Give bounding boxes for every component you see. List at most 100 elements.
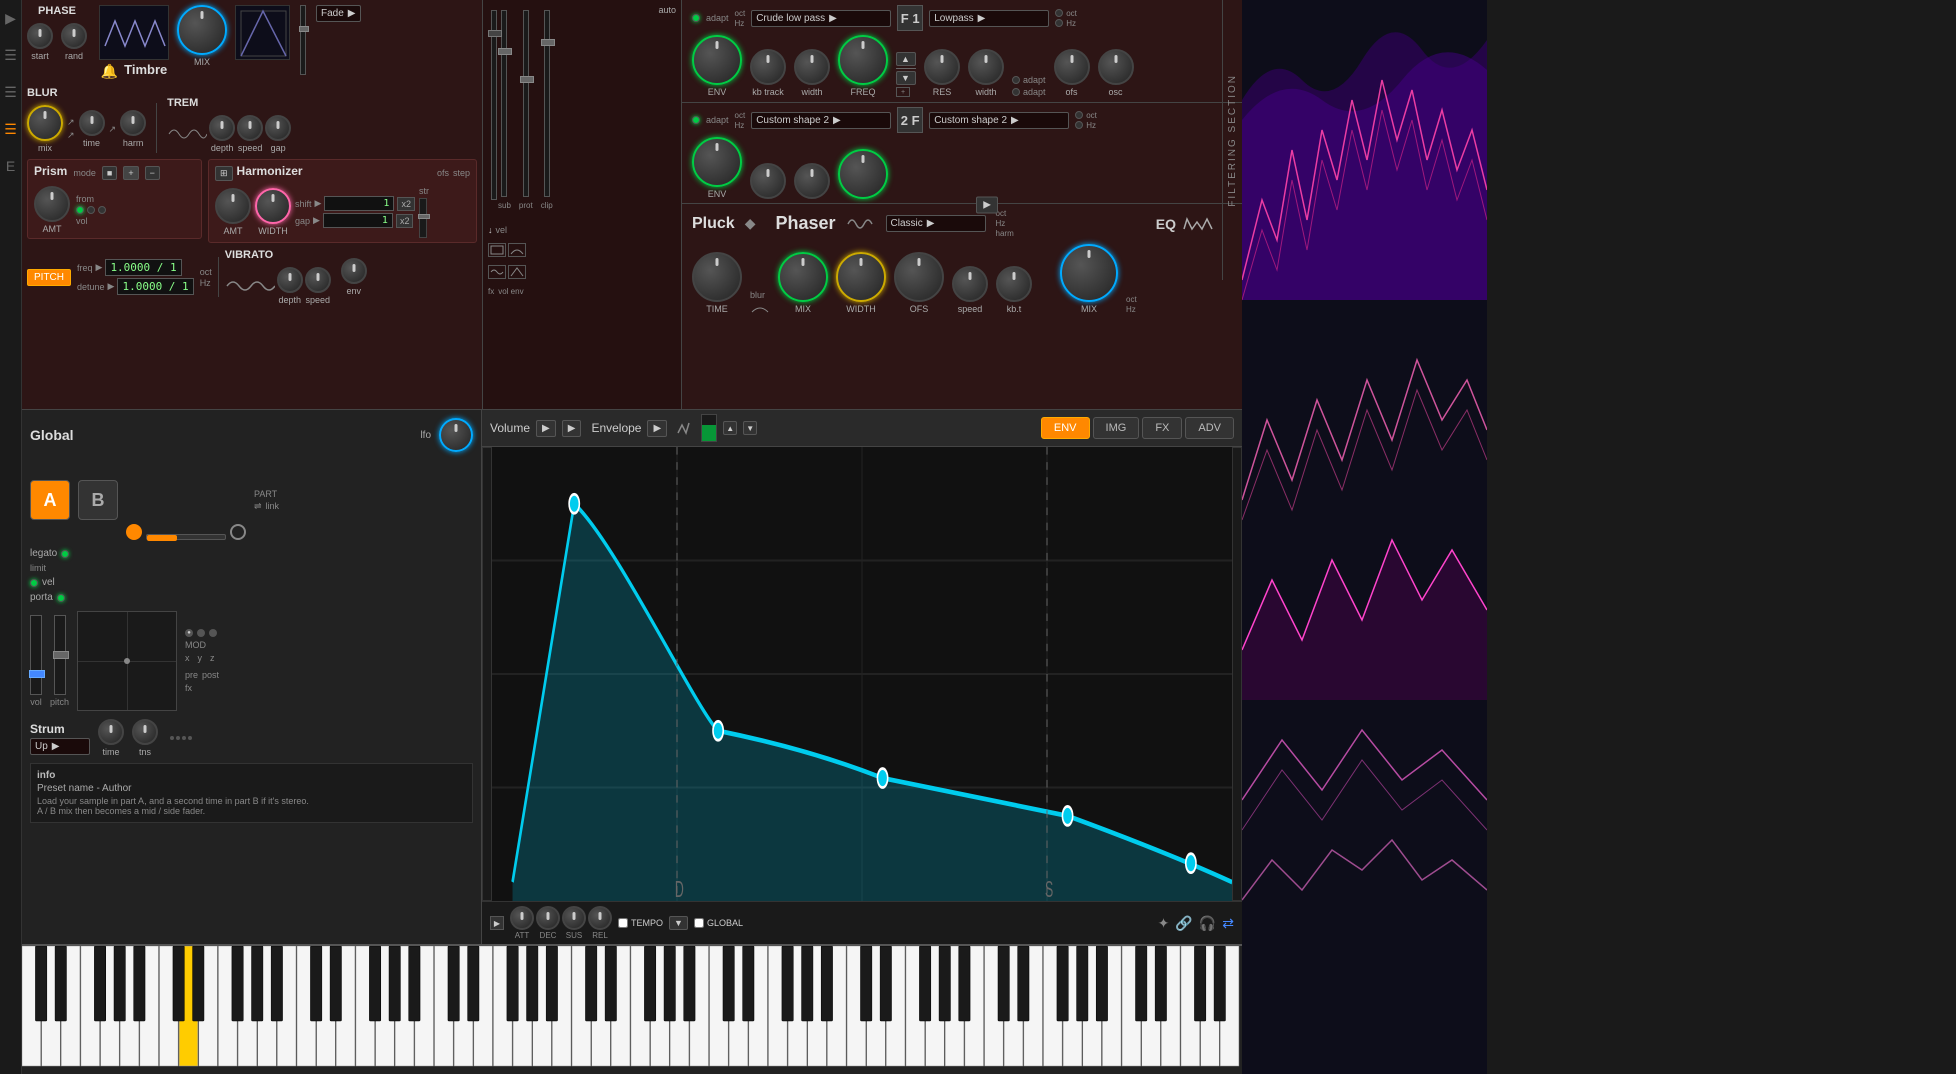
part-b-btn[interactable]: B [78, 480, 118, 520]
env-scrollbar-left[interactable] [482, 447, 492, 901]
porta-led[interactable] [57, 594, 65, 602]
adapt-led-1[interactable] [1012, 76, 1020, 84]
trem-depth-knob[interactable] [209, 115, 235, 141]
volume-arrow-btn-2[interactable]: ▶ [562, 420, 582, 437]
main-fader[interactable] [300, 5, 306, 75]
f2-hz-led[interactable] [1075, 121, 1083, 129]
env-icon-3[interactable]: 🎧 [1199, 915, 1216, 932]
att-knob[interactable] [510, 906, 534, 930]
vol-fader[interactable] [491, 10, 497, 200]
tempo-checkbox[interactable] [618, 918, 628, 928]
env-up-btn[interactable]: ▲ [723, 421, 737, 435]
side-icon-4[interactable]: E [6, 158, 15, 174]
mod-btn-2[interactable] [197, 629, 205, 637]
pluck-time-knob[interactable] [692, 252, 742, 302]
volume-arrow-btn[interactable]: ▶ [536, 420, 556, 437]
env-scrollbar-right[interactable] [1232, 447, 1242, 901]
env-tab[interactable]: ENV [1041, 417, 1090, 439]
vibrato-speed-knob[interactable] [305, 267, 331, 293]
prism-led3[interactable] [98, 206, 106, 214]
filter1-osc-knob[interactable] [1098, 49, 1134, 85]
blur-mix-knob[interactable] [27, 105, 63, 141]
harm-width-knob[interactable] [255, 188, 291, 224]
blur-harm-knob[interactable] [120, 110, 146, 136]
side-icon-1[interactable]: ☰ [4, 47, 17, 64]
trem-speed-knob[interactable] [237, 115, 263, 141]
filter1-width2-knob[interactable] [968, 49, 1004, 85]
filter1-res-knob[interactable] [924, 49, 960, 85]
strum-time-knob[interactable] [98, 719, 124, 745]
filter2-env-knob[interactable] [692, 137, 742, 187]
part-slider-track[interactable] [146, 534, 226, 540]
img-tab[interactable]: IMG [1093, 417, 1140, 439]
lowpass-oct-led[interactable] [1055, 9, 1063, 17]
fader-2[interactable] [523, 10, 529, 197]
filter1-width-knob[interactable] [794, 49, 830, 85]
wave-shape-3[interactable] [488, 265, 506, 279]
mix-knob[interactable] [177, 5, 227, 55]
prism-plus-btn[interactable]: + [123, 166, 138, 180]
env-icon-4[interactable]: ⇄ [1222, 915, 1234, 932]
fx-tab[interactable]: FX [1142, 417, 1182, 439]
filter1-kb-track-knob[interactable] [750, 49, 786, 85]
adapt-led-2[interactable] [1012, 88, 1020, 96]
eq-mix-knob[interactable] [1060, 244, 1118, 302]
classic-dropdown[interactable]: Classic ▶ [886, 215, 986, 232]
lowpass-dropdown[interactable]: Lowpass ▶ [929, 10, 1049, 27]
adv-tab[interactable]: ADV [1185, 417, 1234, 439]
prism-amt-knob[interactable] [34, 186, 70, 222]
side-icon-2[interactable]: ☰ [4, 84, 17, 101]
f2-oct-led[interactable] [1075, 111, 1083, 119]
vibrato-depth-knob[interactable] [277, 267, 303, 293]
env-icon-2[interactable]: 🔗 [1175, 915, 1192, 932]
filter-arrow-btn[interactable]: ▶ [976, 196, 998, 213]
fader-3[interactable] [544, 10, 550, 197]
phaser-width-knob[interactable] [836, 252, 886, 302]
part-a-btn[interactable]: A [30, 480, 70, 520]
mod-btn-3[interactable] [209, 629, 217, 637]
prism-led2[interactable] [87, 206, 95, 214]
custom-shape-2-dropdown-2[interactable]: Custom shape 2 ▶ [929, 112, 1069, 129]
filter2-width-knob[interactable] [794, 163, 830, 199]
lfo-knob[interactable] [439, 418, 473, 452]
filter1-adapt-led[interactable] [692, 14, 700, 22]
phaser-speed-knob[interactable] [952, 266, 988, 302]
vel-led[interactable] [30, 579, 38, 587]
env-down-btn[interactable]: ▼ [743, 421, 757, 435]
env-icon-1[interactable]: ✦ [1158, 915, 1170, 932]
envelope-arrow-btn[interactable]: ▶ [647, 420, 667, 437]
filter2-kb-knob[interactable] [750, 163, 786, 199]
vibrato-env-knob[interactable] [341, 258, 367, 284]
wave-shape-1[interactable] [488, 243, 506, 257]
global-pitch-fader[interactable] [54, 615, 66, 695]
filter-arrow-down[interactable]: ▼ [896, 71, 916, 85]
piano-svg[interactable] [22, 946, 1242, 1074]
phaser-mix-knob[interactable] [778, 252, 828, 302]
filter1-env-knob[interactable] [692, 35, 742, 85]
trem-gap-knob[interactable] [265, 115, 291, 141]
filter1-ofs-knob[interactable] [1054, 49, 1090, 85]
filter2-freq-knob[interactable] [838, 149, 888, 199]
blur-time-knob[interactable] [79, 110, 105, 136]
lowpass-hz-led[interactable] [1055, 19, 1063, 27]
crude-low-pass-dropdown[interactable]: Crude low pass ▶ [751, 10, 891, 27]
wave-shape-4[interactable] [508, 265, 526, 279]
harm-str-fader[interactable] [419, 198, 427, 238]
env-options-btn[interactable]: ▼ [669, 916, 688, 930]
env-play-btn[interactable]: ▶ [490, 916, 504, 930]
wave-shape-2[interactable] [508, 243, 526, 257]
strum-up-dropdown[interactable]: Up ▶ [30, 738, 90, 755]
filter-arrow-up[interactable]: ▲ [896, 52, 916, 66]
xy-pad[interactable] [77, 611, 177, 711]
fader-1[interactable] [501, 10, 507, 197]
filter1-freq-knob[interactable] [838, 35, 888, 85]
rel-knob[interactable] [588, 906, 612, 930]
sus-knob[interactable] [562, 906, 586, 930]
env-canvas[interactable]: D S [482, 447, 1242, 901]
pitch-btn[interactable]: PITCH [27, 269, 71, 286]
phase-rand-knob[interactable] [61, 23, 87, 49]
harm-amt-knob[interactable] [215, 188, 251, 224]
fade-dropdown[interactable]: Fade ▶ [316, 5, 361, 22]
global-checkbox[interactable] [694, 918, 704, 928]
legato-led[interactable] [61, 550, 69, 558]
